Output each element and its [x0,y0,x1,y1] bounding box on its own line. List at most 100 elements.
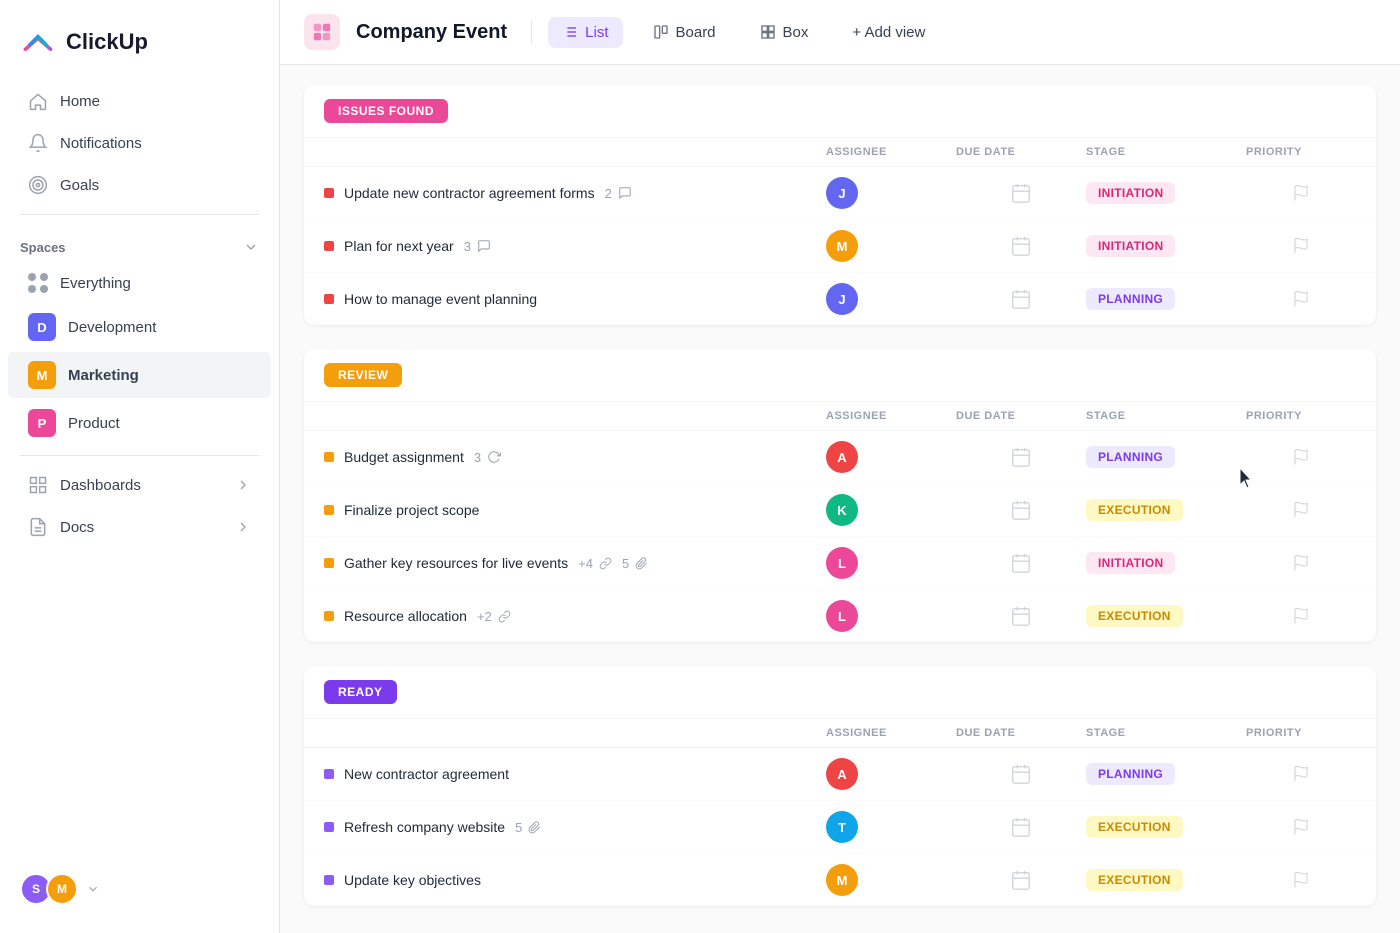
col-task [324,727,826,739]
col-assignee: ASSIGNEE [826,410,956,422]
assignee-cell: J [826,177,956,209]
stage-cell[interactable]: EXECUTION [1086,605,1246,627]
priority-cell[interactable] [1246,184,1356,202]
table-row[interactable]: Plan for next year 3 M INITIATION [304,220,1376,273]
task-name-cell: Finalize project scope [324,502,826,518]
assignee-cell: J [826,283,956,315]
priority-cell[interactable] [1246,765,1356,783]
development-dot: D [28,313,56,341]
column-headers: ASSIGNEE DUE DATE STAGE PRIORITY [304,138,1376,167]
tab-board-label: Board [676,24,716,41]
group-badge: ISSUES FOUND [324,99,448,123]
table-row[interactable]: Resource allocation +2 L EXECUTION [304,590,1376,642]
calendar-icon [1010,235,1032,257]
task-dot [324,505,334,515]
task-avatar: L [826,547,858,579]
topbar-divider [531,20,532,44]
stage-cell[interactable]: INITIATION [1086,235,1246,257]
calendar-icon [1010,446,1032,468]
due-date-cell[interactable] [956,235,1086,257]
priority-cell[interactable] [1246,818,1356,836]
priority-cell[interactable] [1246,290,1356,308]
due-date-cell[interactable] [956,552,1086,574]
add-view-button[interactable]: + Add view [838,17,939,48]
nav-goals[interactable]: Goals [8,165,271,205]
nav-notifications[interactable]: Notifications [8,123,271,163]
sidebar-item-docs[interactable]: Docs [8,507,271,547]
priority-cell[interactable] [1246,501,1356,519]
stage-badge: EXECUTION [1086,499,1183,521]
assignee-cell: L [826,600,956,632]
col-priority: PRIORITY [1246,146,1356,158]
table-row[interactable]: How to manage event planning J PLANNING [304,273,1376,325]
sidebar-user-area[interactable]: S M [0,861,279,917]
stage-cell[interactable]: INITIATION [1086,182,1246,204]
table-row[interactable]: Budget assignment 3 A PLANNING [304,431,1376,484]
assignee-cell: A [826,441,956,473]
flag-icon [1292,554,1310,572]
task-name: Resource allocation [344,608,467,624]
stage-cell[interactable]: EXECUTION [1086,816,1246,838]
stage-cell[interactable]: PLANNING [1086,288,1246,310]
task-name-cell: Plan for next year 3 [324,238,826,254]
sidebar-divider-2 [20,455,259,456]
due-date-cell[interactable] [956,816,1086,838]
calendar-icon [1010,816,1032,838]
stage-cell[interactable]: EXECUTION [1086,869,1246,891]
paperclip-icon [528,821,541,834]
stage-cell[interactable]: PLANNING [1086,763,1246,785]
stage-badge: EXECUTION [1086,869,1183,891]
sidebar: ClickUp Home Notifications Goals Spaces … [0,0,280,933]
tab-board[interactable]: Board [639,17,730,48]
sidebar-item-everything[interactable]: Everything [8,264,271,302]
col-due-date: DUE DATE [956,727,1086,739]
nav-home[interactable]: Home [8,81,271,121]
task-name-cell: Resource allocation +2 [324,608,826,624]
task-avatar: J [826,177,858,209]
table-row[interactable]: New contractor agreement A PLANNING [304,748,1376,801]
stage-badge: INITIATION [1086,235,1175,257]
sidebar-item-development[interactable]: D Development [8,304,271,350]
column-headers: ASSIGNEE DUE DATE STAGE PRIORITY [304,402,1376,431]
stage-cell[interactable]: INITIATION [1086,552,1246,574]
due-date-cell[interactable] [956,869,1086,891]
sidebar-item-marketing[interactable]: M Marketing [8,352,271,398]
task-dot [324,241,334,251]
tab-list[interactable]: List [548,17,622,48]
due-date-cell[interactable] [956,605,1086,627]
priority-cell[interactable] [1246,554,1356,572]
priority-cell[interactable] [1246,237,1356,255]
user-avatars: S M [20,873,78,905]
table-row[interactable]: Refresh company website 5 T EXECUTION [304,801,1376,854]
table-row[interactable]: Update key objectives M EXECUTION [304,854,1376,906]
task-group-review: REVIEW ASSIGNEE DUE DATE STAGE PRIORITY … [304,349,1376,642]
table-row[interactable]: Update new contractor agreement forms 2 … [304,167,1376,220]
sidebar-item-dashboards[interactable]: Dashboards [8,465,271,505]
table-row[interactable]: Gather key resources for live events +4 … [304,537,1376,590]
stage-cell[interactable]: PLANNING [1086,446,1246,468]
task-name: Budget assignment [344,449,464,465]
table-row[interactable]: Finalize project scope K EXECUTION [304,484,1376,537]
tab-box[interactable]: Box [746,17,823,48]
project-logo-icon [311,21,333,43]
due-date-cell[interactable] [956,182,1086,204]
topbar: Company Event List Board Box + Add view [280,0,1400,65]
due-date-cell[interactable] [956,763,1086,785]
sidebar-item-product[interactable]: P Product [8,400,271,446]
due-date-cell[interactable] [956,499,1086,521]
due-date-cell[interactable] [956,446,1086,468]
list-icon [562,24,578,40]
calendar-icon [1010,182,1032,204]
priority-cell[interactable] [1246,607,1356,625]
stage-cell[interactable]: EXECUTION [1086,499,1246,521]
assignee-cell: A [826,758,956,790]
task-meta-chat: 3 [464,239,491,254]
task-avatar: A [826,441,858,473]
task-name: Plan for next year [344,238,454,254]
priority-cell[interactable] [1246,871,1356,889]
task-meta-paperclip: 5 [515,820,541,835]
task-meta-sync: 3 [474,450,501,465]
priority-cell[interactable] [1246,448,1356,466]
due-date-cell[interactable] [956,288,1086,310]
task-name: Finalize project scope [344,502,479,518]
